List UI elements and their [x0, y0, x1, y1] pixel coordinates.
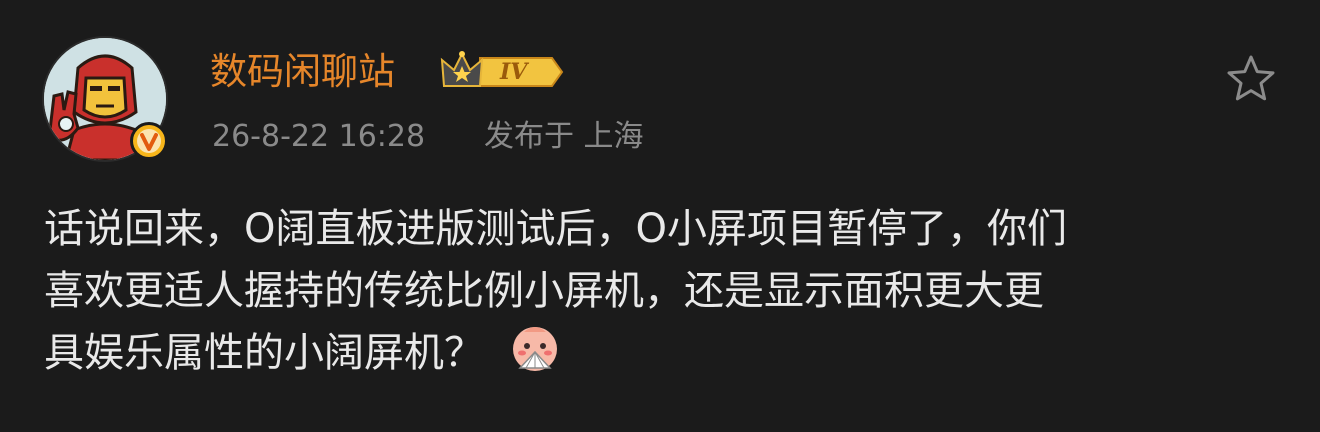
shy-fan-emoji-icon — [508, 322, 562, 376]
post-text-line-text: 具娱乐属性的小阔屏机？ — [44, 330, 484, 376]
post-text-line: 具娱乐属性的小阔屏机？ — [44, 322, 1284, 384]
member-level-badge[interactable]: IV — [440, 50, 564, 94]
post-content: 话说回来，O阔直板进版测试后，O小屏项目暂停了，你们 喜欢更适人握持的传统比例小… — [44, 198, 1284, 384]
star-outline-icon — [1227, 55, 1275, 101]
post-text-line: 话说回来，O阔直板进版测试后，O小屏项目暂停了，你们 — [44, 206, 1067, 252]
post-text-line: 喜欢更适人握持的传统比例小屏机，还是显示面积更大更 — [44, 268, 1044, 314]
post-timestamp: 26-8-22 16:28 — [212, 119, 426, 154]
author-name[interactable]: 数码闲聊站 — [210, 46, 395, 98]
post-location: 发布于 上海 — [484, 119, 644, 154]
avatar-container[interactable] — [42, 36, 168, 162]
weibo-post-card: 数码闲聊站 IV 26-8-22 16:28 发布于 上海 话说回来，O阔直板进… — [0, 0, 1320, 432]
favorite-button[interactable] — [1224, 52, 1278, 106]
verified-v-icon — [130, 122, 168, 160]
member-level-text: IV — [500, 59, 528, 85]
